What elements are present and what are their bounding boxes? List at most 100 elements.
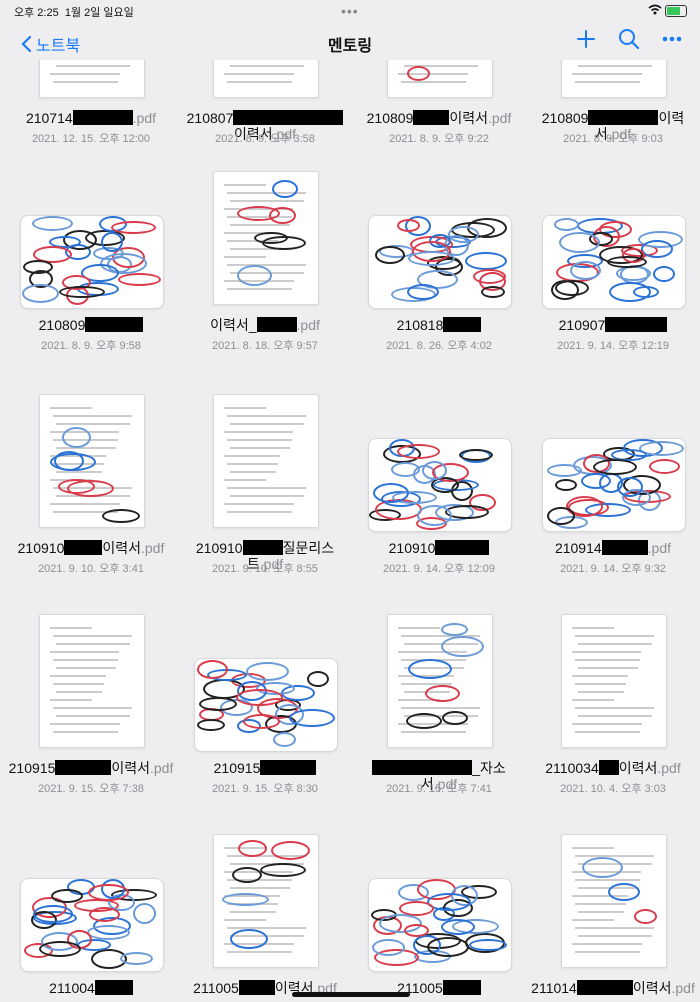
notebook-name: 2110034 이력서.pdf xyxy=(530,760,696,776)
notebook-name: 211014 이력서.pdf xyxy=(530,980,696,996)
multitasking-dots[interactable]: ••• xyxy=(341,3,359,19)
notebook-name: 210818 xyxy=(356,317,522,333)
redaction-bar xyxy=(64,540,103,555)
document-thumbnail[interactable] xyxy=(213,171,319,305)
document-thumbnail[interactable] xyxy=(39,614,145,748)
redaction-bar xyxy=(598,760,619,775)
document-thumbnail[interactable] xyxy=(561,614,667,748)
note-thumbnail[interactable] xyxy=(20,878,164,972)
note-thumbnail[interactable] xyxy=(194,658,338,752)
document-thumbnail[interactable] xyxy=(561,60,667,98)
file-extension: .pdf xyxy=(296,317,320,333)
document-thumbnail[interactable] xyxy=(213,834,319,968)
file-extension: .pdf xyxy=(671,980,695,996)
modified-date: 2021. 8. 9. 오후 3:58 xyxy=(215,133,315,145)
modified-date: 2021. 12. 15. 오후 12:00 xyxy=(31,133,151,145)
notebook-name: 210914 .pdf xyxy=(530,540,696,556)
name-prefix: 210818 xyxy=(396,317,444,333)
document-thumbnail[interactable] xyxy=(39,394,145,528)
redaction-bar xyxy=(372,760,473,775)
name-prefix: 210910 xyxy=(17,540,65,556)
redaction-bar xyxy=(94,980,133,995)
notebook-name: 210809 xyxy=(8,317,174,333)
redaction-bar xyxy=(72,110,133,125)
name-prefix: 210809 xyxy=(541,110,589,126)
file-extension: .pdf xyxy=(150,760,174,776)
document-thumbnail[interactable] xyxy=(213,60,319,98)
document-thumbnail[interactable] xyxy=(213,394,319,528)
name-prefix: 210915 xyxy=(8,760,56,776)
name-prefix: 210910 xyxy=(195,540,243,556)
redaction-bar xyxy=(238,980,275,995)
file-extension: .pdf xyxy=(657,760,681,776)
redaction-bar xyxy=(260,760,317,775)
search-icon[interactable] xyxy=(618,28,640,50)
plus-icon[interactable] xyxy=(576,29,596,49)
redaction-bar xyxy=(605,317,668,332)
modified-date: 2021. 9. 15. 오후 7:41 xyxy=(386,783,492,795)
redaction-bar xyxy=(55,760,112,775)
status-bar: 오후 2:25 1월 2일 일요일 ••• xyxy=(0,0,700,20)
redaction-bar xyxy=(442,980,481,995)
name-prefix: 210809 xyxy=(366,110,414,126)
redaction-bar xyxy=(588,110,659,125)
note-thumbnail[interactable] xyxy=(368,215,512,309)
modified-date: 2021. 9. 15. 오후 8:30 xyxy=(212,783,318,795)
name-prefix: 210809 xyxy=(38,317,86,333)
redaction-bar xyxy=(256,317,297,332)
modified-date: 2021. 8. 26. 오후 4:02 xyxy=(386,340,492,352)
modified-date: 2021. 8. 9. 오후 9:22 xyxy=(389,133,489,145)
name-suffix: 이력서 xyxy=(449,110,488,126)
name-prefix: 2110034 xyxy=(545,760,599,776)
name-prefix: 211014 xyxy=(531,980,577,996)
notebook-name: 210915 이력서.pdf xyxy=(8,760,174,776)
modified-date: 2021. 10. 4. 오후 3:03 xyxy=(560,783,666,795)
modified-date: 2021. 8. 18. 오후 9:57 xyxy=(212,340,318,352)
status-time: 오후 2:25 1월 2일 일요일 xyxy=(14,7,134,19)
modified-date: 2021. 9. 14. 오후 12:09 xyxy=(383,563,495,575)
modified-date: 2021. 9. 14. 오후 9:32 xyxy=(560,563,666,575)
redaction-bar xyxy=(435,540,490,555)
battery-icon xyxy=(665,5,687,17)
name-prefix: 210714 xyxy=(25,110,73,126)
name-prefix: 210807 xyxy=(186,110,234,126)
notebook-name: 210809 이력서.pdf xyxy=(356,110,522,126)
redaction-bar xyxy=(576,980,633,995)
notebook-name: 210910 xyxy=(356,540,522,556)
modified-date: 2021. 9. 10. 오후 3:41 xyxy=(38,563,144,575)
file-extension: .pdf xyxy=(647,540,672,556)
more-icon[interactable] xyxy=(662,36,682,42)
name-suffix: 이력서 xyxy=(618,760,658,776)
file-extension: .pdf xyxy=(132,110,157,126)
name-prefix: 210914 xyxy=(554,540,602,556)
notebook-name: 210910 이력서.pdf xyxy=(8,540,174,556)
modified-date: 2021. 8. 9. 오후 9:58 xyxy=(41,340,141,352)
note-thumbnail[interactable] xyxy=(542,215,686,309)
notebook-name: 이력서_ .pdf xyxy=(182,317,348,333)
redaction-bar xyxy=(413,110,450,125)
home-indicator[interactable] xyxy=(292,992,410,997)
note-thumbnail[interactable] xyxy=(542,438,686,532)
name-prefix: 210915 xyxy=(213,760,261,776)
notebook-grid: 210714 .pdf 2021. 12. 15. 오후 12:00 210807 이력… xyxy=(0,60,700,1002)
document-thumbnail[interactable] xyxy=(39,60,145,98)
notebook-name: 211004 xyxy=(8,980,174,996)
name-suffix: 이력서 xyxy=(111,760,150,776)
redaction-bar xyxy=(85,317,144,332)
redaction-bar xyxy=(233,110,344,125)
note-thumbnail[interactable] xyxy=(368,438,512,532)
wifi-icon xyxy=(648,4,662,18)
name-prefix: 이력서_ xyxy=(210,317,257,333)
document-thumbnail[interactable] xyxy=(387,60,493,98)
notebook-name: 210915 xyxy=(182,760,348,776)
modified-date: 2021. 8. 9. 오후 9:03 xyxy=(563,133,663,145)
name-prefix: 210910 xyxy=(388,540,436,556)
name-prefix: 210907 xyxy=(558,317,606,333)
document-thumbnail[interactable] xyxy=(387,614,493,748)
document-thumbnail[interactable] xyxy=(561,834,667,968)
note-thumbnail[interactable] xyxy=(20,215,164,309)
note-thumbnail[interactable] xyxy=(368,878,512,972)
modified-date: 2021. 9. 10. 오후 8:55 xyxy=(212,563,318,575)
notebook-name: 210714 .pdf xyxy=(8,110,174,126)
redaction-bar xyxy=(601,540,648,555)
